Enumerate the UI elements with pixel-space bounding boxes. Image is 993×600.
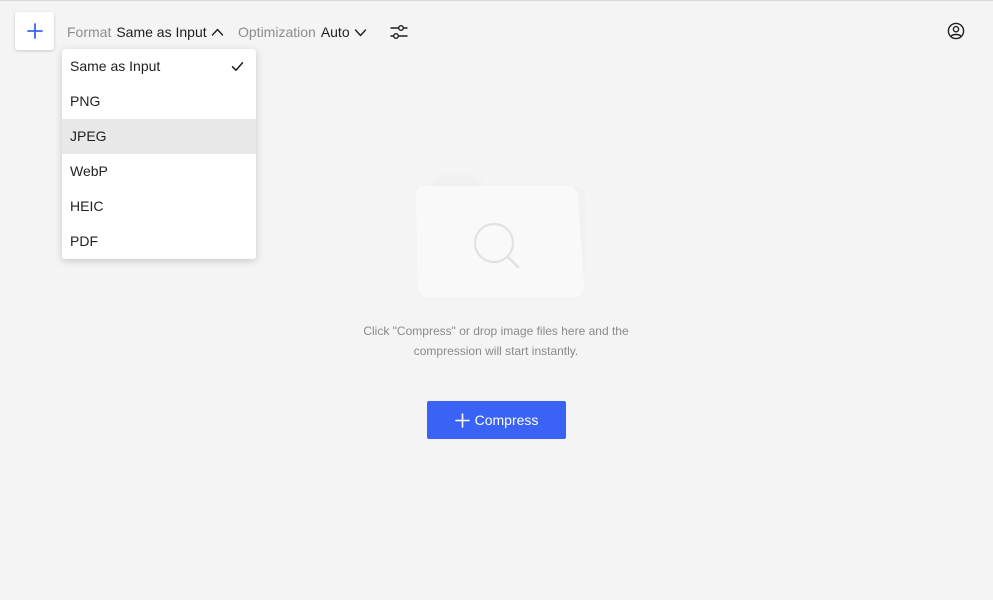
plus-icon [27,23,43,39]
optimization-label: Optimization [238,24,316,40]
settings-button[interactable] [387,20,411,44]
menu-item-label: PDF [70,233,98,249]
menu-item-heic[interactable]: HEIC [62,189,256,224]
optimization-selector[interactable]: Optimization Auto [238,21,367,43]
format-dropdown-menu: Same as Input PNG JPEG WebP HEIC PDF [62,49,256,259]
plus-icon [455,413,470,428]
hint-line-2: compression will start instantly. [346,341,646,361]
menu-item-png[interactable]: PNG [62,84,256,119]
sliders-icon [389,22,409,42]
optimization-value: Auto [321,24,350,40]
menu-item-label: WebP [70,163,108,179]
user-circle-icon [947,22,965,40]
menu-item-jpeg[interactable]: JPEG [62,119,256,154]
format-label: Format [67,24,111,40]
compress-button-label: Compress [475,412,539,428]
menu-item-pdf[interactable]: PDF [62,224,256,259]
menu-item-label: Same as Input [70,58,160,74]
menu-item-same-as-input[interactable]: Same as Input [62,49,256,84]
account-button[interactable] [945,20,967,42]
menu-item-label: JPEG [70,128,107,144]
menu-item-webp[interactable]: WebP [62,154,256,189]
chevron-down-icon [354,26,367,39]
drop-hint-text: Click "Compress" or drop image files her… [346,321,646,361]
folder-search-icon [408,167,588,299]
menu-item-label: HEIC [70,198,103,214]
app-window: Format Same as Input Optimization Auto [0,0,993,600]
add-files-button[interactable] [15,12,54,50]
format-value: Same as Input [116,24,206,40]
chevron-up-icon [211,26,224,39]
compress-button[interactable]: Compress [427,401,566,439]
menu-item-label: PNG [70,93,100,109]
format-selector[interactable]: Format Same as Input [67,21,224,43]
checkmark-icon [231,60,244,73]
hint-line-1: Click "Compress" or drop image files her… [346,321,646,341]
